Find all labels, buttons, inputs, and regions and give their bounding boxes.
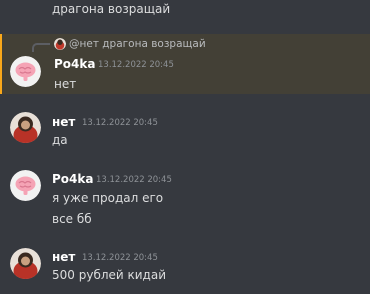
message-author[interactable]: Po4ka bbox=[52, 171, 93, 187]
message-timestamp: 13.12.2022 20:45 bbox=[96, 175, 172, 185]
brain-avatar-icon[interactable] bbox=[10, 56, 41, 87]
message-text: я уже продал его bbox=[52, 191, 164, 205]
reply-connector bbox=[32, 43, 50, 52]
message-group[interactable]: @нет драгона возращай Po4ka 13.12.2022 2… bbox=[0, 34, 370, 94]
message-group[interactable]: нет 13.12.2022 20:45 500 рублей кидай bbox=[0, 246, 370, 292]
reply-text: @нет драгона возращай bbox=[69, 38, 206, 50]
previous-message-text: драгона возращай bbox=[52, 2, 171, 16]
reply-preview[interactable]: @нет драгона возращай bbox=[54, 37, 206, 51]
red-avatar-icon[interactable] bbox=[10, 112, 41, 143]
chat-messages: драгона возращай @нет драгона возращай P… bbox=[0, 0, 370, 294]
message-author[interactable]: нет bbox=[52, 114, 75, 130]
red-avatar-icon bbox=[54, 38, 66, 50]
message-text: да bbox=[52, 133, 68, 147]
red-avatar-icon[interactable] bbox=[10, 248, 41, 279]
message-author[interactable]: Po4ka bbox=[54, 56, 95, 72]
brain-avatar-icon[interactable] bbox=[10, 170, 41, 201]
message-timestamp: 13.12.2022 20:45 bbox=[82, 118, 158, 128]
message-text: все бб bbox=[52, 212, 92, 226]
message-group[interactable]: нет 13.12.2022 20:45 да bbox=[0, 110, 370, 156]
message-text: 500 рублей кидай bbox=[52, 268, 166, 282]
message-text: нет bbox=[54, 77, 77, 91]
message-timestamp: 13.12.2022 20:45 bbox=[82, 253, 158, 263]
message-timestamp: 13.12.2022 20:45 bbox=[98, 60, 174, 70]
message-group[interactable]: Po4ka 13.12.2022 20:45 я уже продал его … bbox=[0, 168, 370, 232]
message-author[interactable]: нет bbox=[52, 249, 75, 265]
